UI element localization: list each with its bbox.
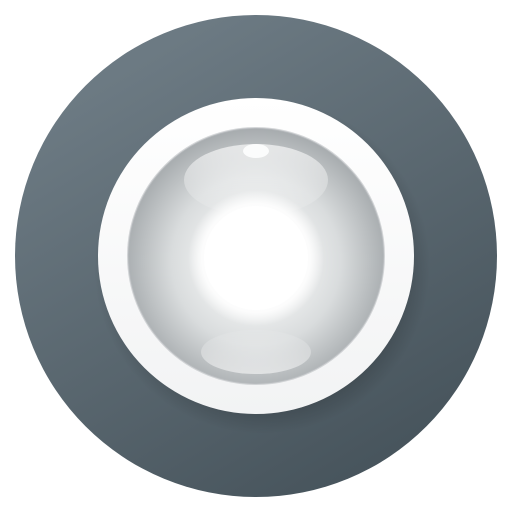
lens-center [204,206,308,310]
camera-lens-icon[interactable] [0,0,512,512]
app-icon-canvas [0,0,512,512]
lens-bottom-highlight [201,330,311,374]
lens-top-spot [243,144,269,158]
